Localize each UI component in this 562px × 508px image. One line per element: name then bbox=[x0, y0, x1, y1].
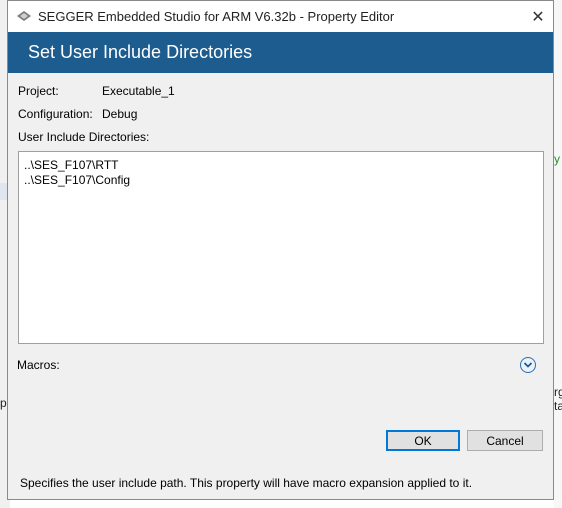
include-directory-line: ..\SES_F107\Config bbox=[24, 173, 131, 187]
background-text-fragment: y bbox=[554, 152, 560, 166]
ok-button-label: OK bbox=[414, 433, 432, 448]
dialog-header: Set User Include Directories bbox=[8, 32, 553, 73]
background-app-right: y rg ta bbox=[554, 0, 562, 508]
title-bar[interactable]: SEGGER Embedded Studio for ARM V6.32b - … bbox=[8, 1, 553, 32]
segger-app-icon bbox=[17, 11, 31, 21]
project-label: Project: bbox=[18, 84, 59, 98]
window-title: SEGGER Embedded Studio for ARM V6.32b - … bbox=[38, 9, 395, 24]
property-editor-dialog: SEGGER Embedded Studio for ARM V6.32b - … bbox=[7, 0, 554, 500]
user-include-directories-label: User Include Directories: bbox=[18, 130, 150, 144]
ok-button[interactable]: OK bbox=[386, 430, 460, 451]
close-icon: ✕ bbox=[531, 8, 545, 26]
include-directories-textarea[interactable]: ..\SES_F107\RTT ..\SES_F107\Config bbox=[18, 151, 544, 344]
background-text-fragment: ta bbox=[554, 399, 562, 413]
configuration-label: Configuration: bbox=[18, 107, 93, 121]
dialog-header-title: Set User Include Directories bbox=[28, 42, 253, 62]
cancel-button-label: Cancel bbox=[486, 433, 524, 448]
background-text-fragment: rg bbox=[554, 385, 562, 399]
configuration-value: Debug bbox=[102, 107, 138, 121]
chevron-down-icon bbox=[523, 362, 533, 368]
project-value: Executable_1 bbox=[102, 84, 175, 98]
cancel-button[interactable]: Cancel bbox=[467, 430, 543, 451]
close-button[interactable]: ✕ bbox=[523, 1, 553, 32]
include-directory-line: ..\SES_F107\RTT bbox=[24, 158, 119, 172]
macros-expand-button[interactable] bbox=[520, 357, 536, 373]
macros-label: Macros: bbox=[17, 358, 60, 372]
help-text: Specifies the user include path. This pr… bbox=[20, 476, 473, 490]
